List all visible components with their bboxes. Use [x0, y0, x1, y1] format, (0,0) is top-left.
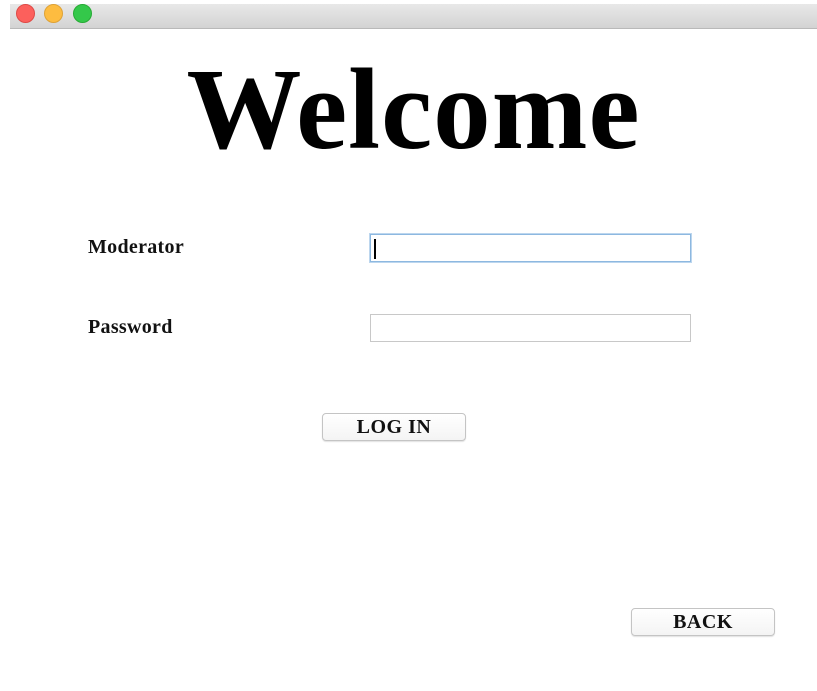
page-title: Welcome [186, 46, 641, 173]
text-cursor [374, 239, 376, 259]
close-window-button[interactable] [16, 4, 35, 23]
moderator-input[interactable] [370, 234, 691, 262]
zoom-window-button[interactable] [73, 4, 92, 23]
password-input[interactable] [370, 314, 691, 342]
window-titlebar [10, 4, 817, 29]
moderator-label: Moderator [88, 236, 184, 258]
minimize-window-button[interactable] [44, 4, 63, 23]
password-label: Password [88, 316, 173, 338]
login-button[interactable]: LOG IN [322, 413, 466, 441]
back-button[interactable]: BACK [631, 608, 775, 636]
